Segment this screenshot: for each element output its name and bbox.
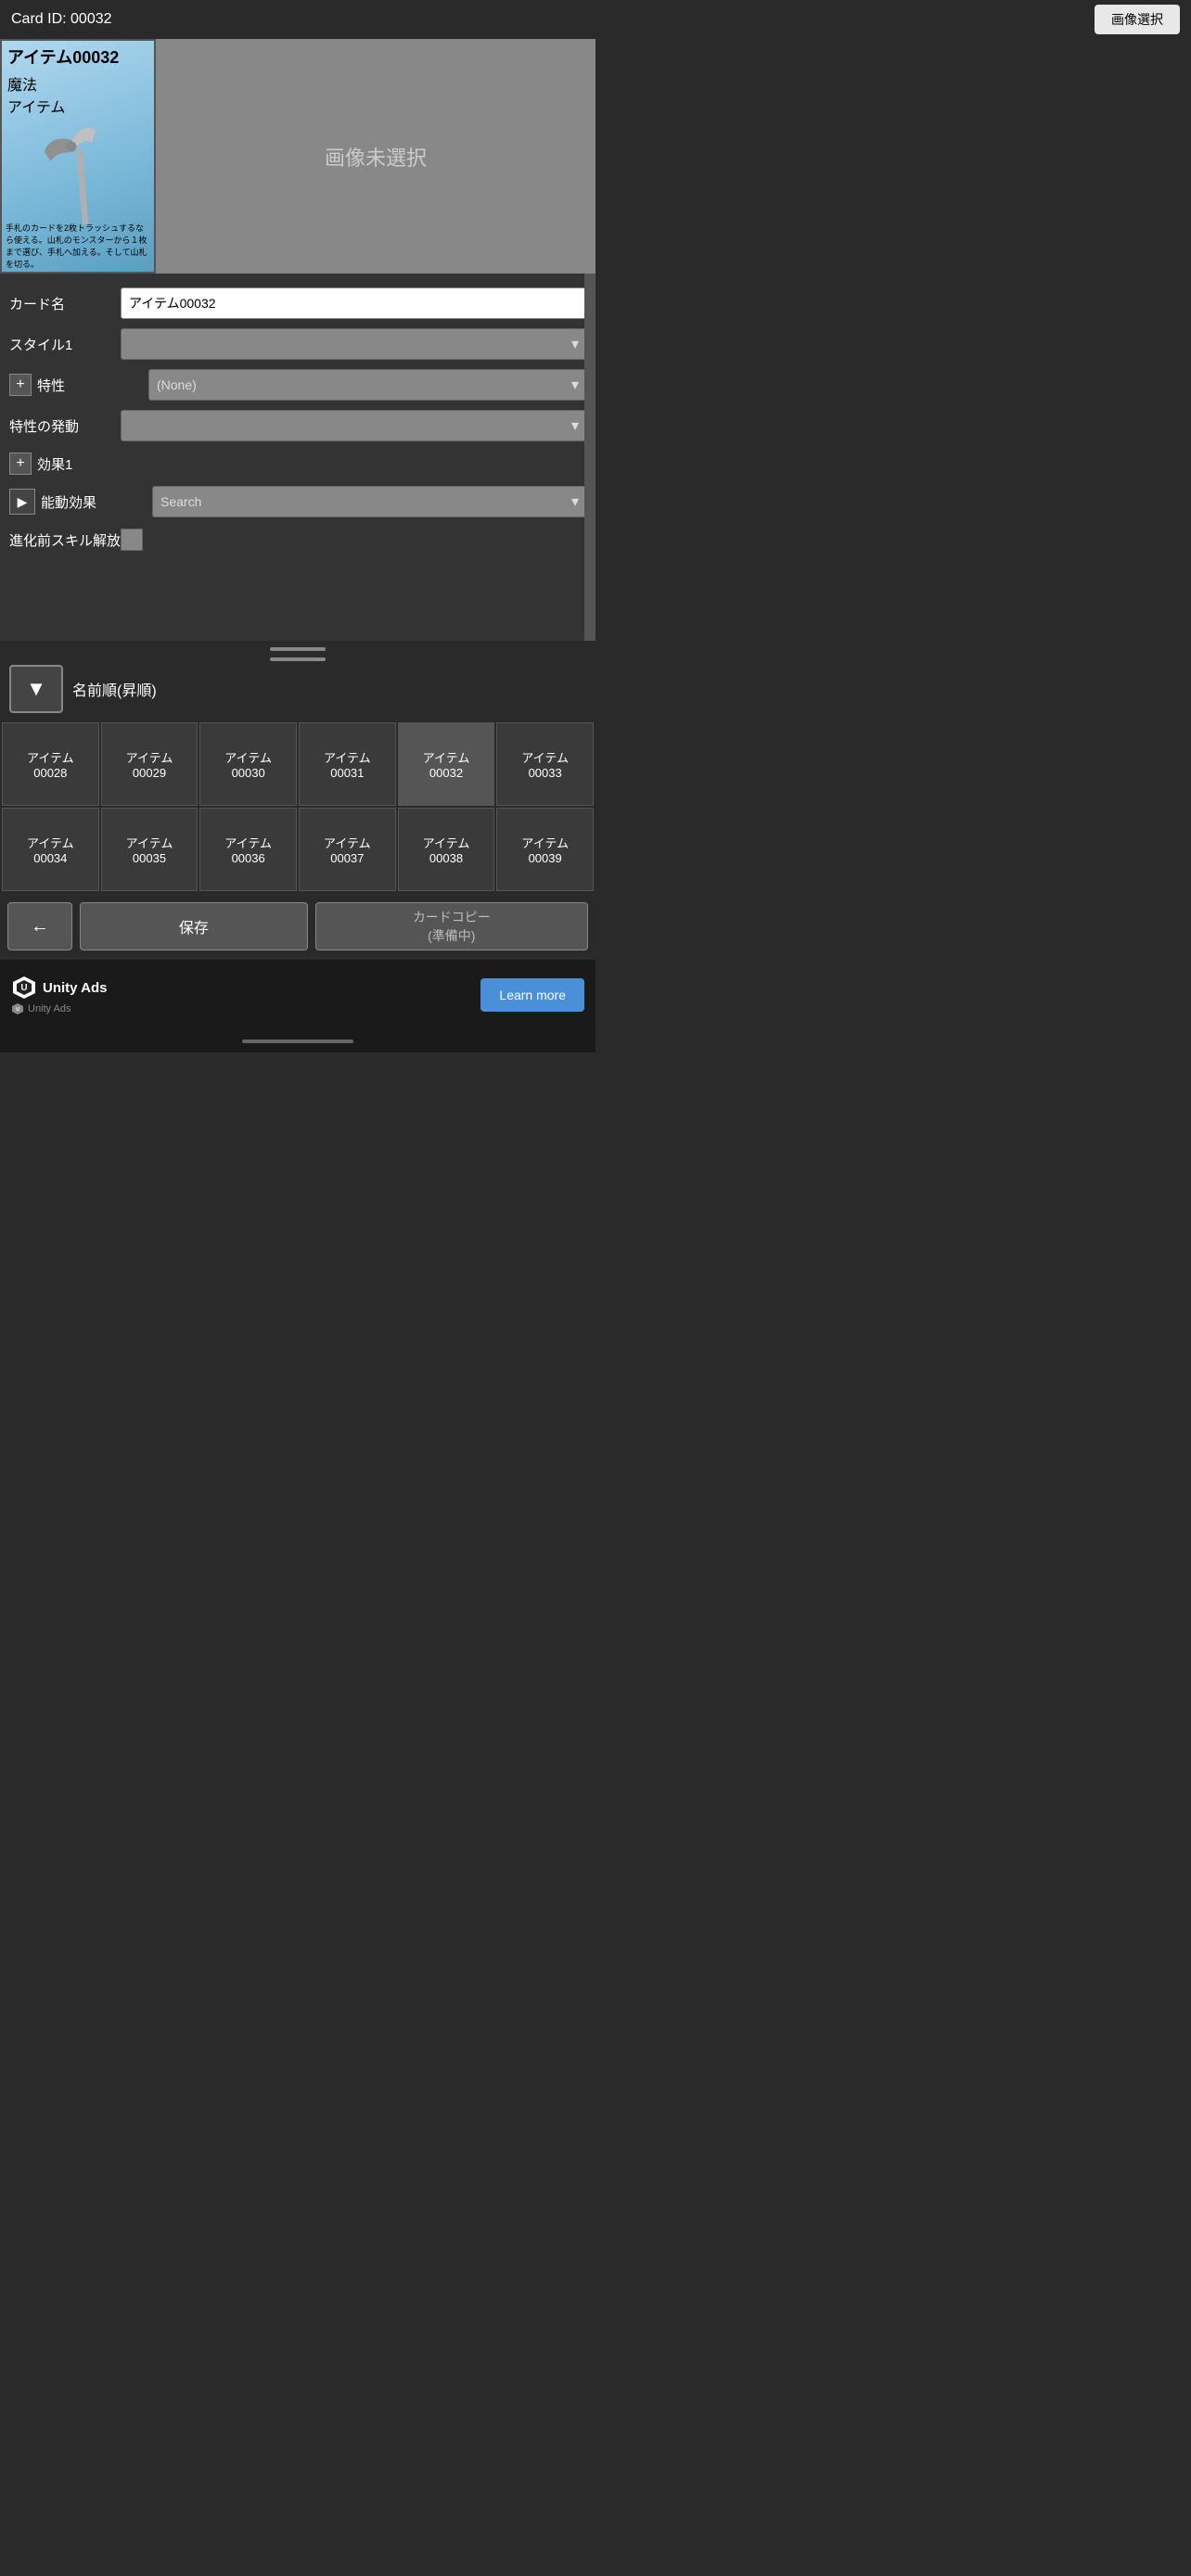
bottom-bar: ← 保存 カードコピー(準備中) [0, 893, 596, 960]
list-item[interactable]: アイテム00035 [101, 808, 198, 891]
unity-ads-title: U Unity Ads [11, 975, 107, 1001]
passive-effect-row: ▶ 能動効果 Search [0, 481, 596, 522]
list-item[interactable]: アイテム00036 [199, 808, 297, 891]
ads-banner: U Unity Ads U Unity Ads Learn more [0, 960, 596, 1030]
unity-sub-icon: U [11, 1002, 24, 1015]
passive-effect-select[interactable]: Search [152, 486, 586, 517]
drag-handle-3 [270, 657, 326, 661]
learn-more-button[interactable]: Learn more [480, 978, 584, 1012]
list-item[interactable]: アイテム00034 [2, 808, 99, 891]
pre-evo-row: 進化前スキル解放 [0, 522, 596, 557]
list-item[interactable]: アイテム00031 [299, 722, 396, 806]
home-bar [0, 1030, 596, 1052]
trait-select[interactable]: (None) [148, 369, 586, 401]
trait-trigger-row: 特性の発動 [0, 405, 596, 446]
back-button[interactable]: ← [7, 902, 72, 950]
sort-label: 名前順(昇順) [72, 678, 157, 700]
no-image-text: 画像未選択 [325, 142, 427, 172]
effect1-label: 効果1 [37, 454, 148, 474]
form-section: カード名 スタイル1 + 特性 (None) 特性の発動 + 効果1 [0, 274, 596, 641]
form-spacer [0, 557, 596, 631]
passive-effect-play-button[interactable]: ▶ [9, 489, 35, 515]
card-preview-title: アイテム00032 [2, 41, 154, 72]
card-name-label: カード名 [9, 294, 121, 313]
no-image-panel: 画像未選択 [156, 39, 596, 274]
pre-evo-label: 進化前スキル解放 [9, 530, 121, 550]
passive-effect-label: 能動効果 [41, 492, 152, 512]
trait-trigger-select-wrapper [121, 410, 586, 441]
trait-trigger-select[interactable] [121, 410, 586, 441]
list-item[interactable]: アイテム00029 [101, 722, 198, 806]
unity-ads-logo: U Unity Ads U Unity Ads [11, 975, 107, 1015]
list-item[interactable]: アイテム00032 [398, 722, 495, 806]
save-button[interactable]: 保存 [80, 902, 308, 950]
list-item[interactable]: アイテム00038 [398, 808, 495, 891]
list-item[interactable]: アイテム00030 [199, 722, 297, 806]
trait-label: 特性 [37, 376, 148, 395]
home-indicator [242, 1039, 353, 1043]
trait-select-wrapper: (None) [148, 369, 586, 401]
trait-add-button[interactable]: + [9, 374, 32, 396]
list-item[interactable]: アイテム00028 [2, 722, 99, 806]
card-preview: アイテム00032 魔法 アイテム 手札のカードを2枚トラッシュするなら使える。… [0, 39, 156, 274]
top-section: アイテム00032 魔法 アイテム 手札のカードを2枚トラッシュするなら使える。… [0, 0, 596, 274]
svg-text:U: U [20, 983, 27, 993]
card-grid: アイテム00028 アイテム00029 アイテム00030 アイテム00031 … [0, 721, 596, 893]
card-id-bar: Card ID: 00032 画像選択 [0, 0, 1191, 39]
card-id-text: Card ID: 00032 [11, 11, 112, 28]
unity-logo-icon: U [11, 975, 37, 1001]
image-select-button[interactable]: 画像選択 [1095, 5, 1180, 34]
list-item[interactable]: アイテム00037 [299, 808, 396, 891]
unity-sub-text: Unity Ads [28, 1003, 70, 1014]
effect1-add-button[interactable]: + [9, 453, 32, 475]
card-preview-desc: 手札のカードを2枚トラッシュするなら使える。山札のモンスターから１枚まで選び、手… [2, 220, 154, 272]
trait-trigger-label: 特性の発動 [9, 416, 121, 436]
passive-effect-select-wrapper: Search [152, 486, 586, 517]
list-item[interactable]: アイテム00033 [496, 722, 594, 806]
effect1-row: + 効果1 [0, 446, 596, 481]
copy-button[interactable]: カードコピー(準備中) [315, 902, 588, 950]
svg-text:U: U [16, 1007, 19, 1013]
unity-ads-brand: Unity Ads [43, 980, 107, 996]
style1-select-wrapper [121, 328, 586, 360]
trait-row: + 特性 (None) [0, 364, 596, 405]
sort-dropdown-button[interactable]: ▼ [9, 665, 63, 713]
sort-bar: ▼ 名前順(昇順) [0, 657, 596, 721]
style1-label: スタイル1 [9, 335, 121, 354]
unity-sub-logo: U Unity Ads [11, 1002, 70, 1015]
scrollbar-vertical[interactable] [584, 274, 596, 641]
card-name-input[interactable] [121, 287, 586, 319]
pre-evo-checkbox[interactable] [121, 529, 143, 551]
card-name-row: カード名 [0, 283, 596, 324]
style1-select[interactable] [121, 328, 586, 360]
list-item[interactable]: アイテム00039 [496, 808, 594, 891]
drag-handle-2 [270, 647, 326, 651]
card-preview-type2: アイテム [2, 95, 154, 117]
drag-divider[interactable] [0, 641, 596, 657]
card-preview-type1: 魔法 [2, 72, 154, 95]
style1-row: スタイル1 [0, 324, 596, 364]
